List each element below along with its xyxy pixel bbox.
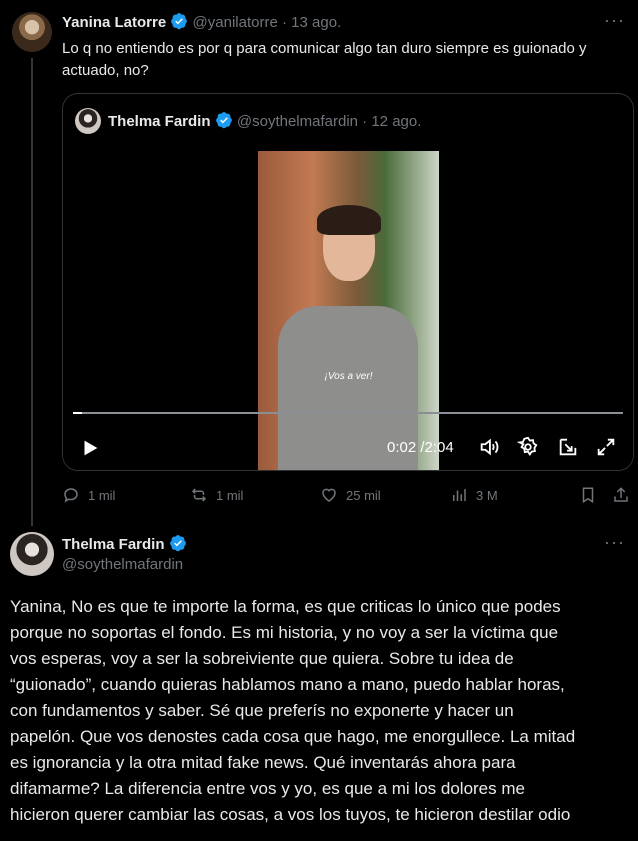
tweet2-line: Yanina, No es que te importe la forma, e… — [10, 597, 561, 616]
reply-count: 1 mil — [88, 487, 116, 503]
tweet2-author: Thelma Fardin — [62, 534, 187, 555]
bookmark-icon — [582, 487, 594, 504]
like-count: 25 mil — [346, 487, 381, 503]
video-caption: ¡Vos a ver! — [324, 371, 373, 382]
verified-badge-icon — [169, 534, 187, 552]
repost-button[interactable]: 1 mil — [190, 486, 243, 504]
author-name[interactable]: Yanina Latorre — [62, 14, 166, 31]
repost-count: 1 mil — [216, 487, 244, 503]
separator: · — [281, 14, 287, 31]
video-thumbnail: ¡Vos a ver! — [258, 151, 439, 470]
tweet2-line: “guionado”, cuando quieras hablamos mano… — [10, 675, 565, 694]
video-player[interactable]: ¡Vos a ver! 0:02 /2:04 — [63, 151, 633, 470]
views-chart-icon — [453, 489, 466, 501]
tweet-date[interactable]: 13 ago. — [291, 14, 341, 31]
verified-badge-icon — [215, 111, 233, 129]
volume-icon[interactable] — [478, 436, 500, 458]
thread-line — [31, 58, 33, 526]
author-handle[interactable]: @soythelmafardin — [62, 556, 183, 573]
video-time: 0:02 /2:04 — [387, 439, 454, 456]
picture-in-picture-icon[interactable] — [557, 436, 579, 458]
tweet2-line: vos esperas, voy a ser la sobreiviente q… — [10, 649, 514, 668]
tweet2-line: porque no soportas el fondo. Es mi histo… — [10, 623, 559, 642]
video-progress-track[interactable] — [73, 412, 623, 414]
bookmark-button[interactable] — [579, 486, 597, 504]
more-options-icon[interactable]: ··· — [604, 10, 625, 31]
more-options-icon[interactable]: ··· — [604, 532, 625, 553]
avatar-thelma-small[interactable] — [75, 108, 101, 134]
quoted-date[interactable]: 12 ago. — [371, 113, 421, 130]
share-icon — [614, 487, 628, 502]
tweet2-text: Yanina, No es que te importe la forma, e… — [10, 594, 636, 828]
video-person-figure — [278, 205, 418, 470]
avatar-yanina[interactable] — [12, 12, 52, 52]
quoted-handle[interactable]: @soythelmafardin — [237, 113, 358, 130]
video-duration: 2:04 — [424, 439, 454, 456]
fullscreen-icon[interactable] — [595, 436, 617, 458]
author-name[interactable]: Thelma Fardin — [62, 536, 165, 553]
quoted-header: Thelma Fardin @soythelmafardin · 12 ago. — [108, 111, 421, 132]
tweet2-line: es ignorancia y la otra mitad fake news.… — [10, 753, 516, 772]
tweet1-header: Yanina Latorre @yanilatorre · 13 ago. — [62, 12, 341, 33]
video-progress-fill — [73, 412, 82, 414]
reply-icon — [64, 488, 78, 503]
settings-gear-icon[interactable] — [517, 436, 539, 458]
tweet2-line: con fundamentos y saber. Sé que preferís… — [10, 701, 514, 720]
tweet2-line: difamarme? La diferencia entre vos y yo,… — [10, 779, 525, 798]
play-button[interactable] — [79, 437, 101, 459]
reply-button[interactable]: 1 mil — [62, 486, 115, 504]
tweet1-text: Lo q no entiendo es por q para comunicar… — [62, 40, 587, 79]
views-button[interactable]: 3 M — [450, 486, 498, 504]
like-button[interactable]: 25 mil — [320, 486, 381, 504]
heart-icon — [322, 488, 336, 502]
quoted-author-name[interactable]: Thelma Fardin — [108, 113, 211, 130]
quoted-tweet[interactable]: Thelma Fardin @soythelmafardin · 12 ago.… — [62, 93, 634, 471]
verified-badge-icon — [170, 12, 188, 30]
avatar-thelma[interactable] — [10, 532, 54, 576]
author-handle[interactable]: @yanilatorre — [193, 14, 278, 31]
tweet2-line: hicieron querer cambiar las cosas, a vos… — [10, 805, 571, 824]
views-count: 3 M — [476, 487, 498, 503]
repost-icon — [191, 488, 207, 502]
separator: · — [362, 113, 368, 130]
video-current-time: 0:02 — [387, 439, 417, 456]
tweet2-line: papelón. Que vos denostes cada cosa que … — [10, 727, 576, 746]
share-button[interactable] — [612, 486, 630, 504]
